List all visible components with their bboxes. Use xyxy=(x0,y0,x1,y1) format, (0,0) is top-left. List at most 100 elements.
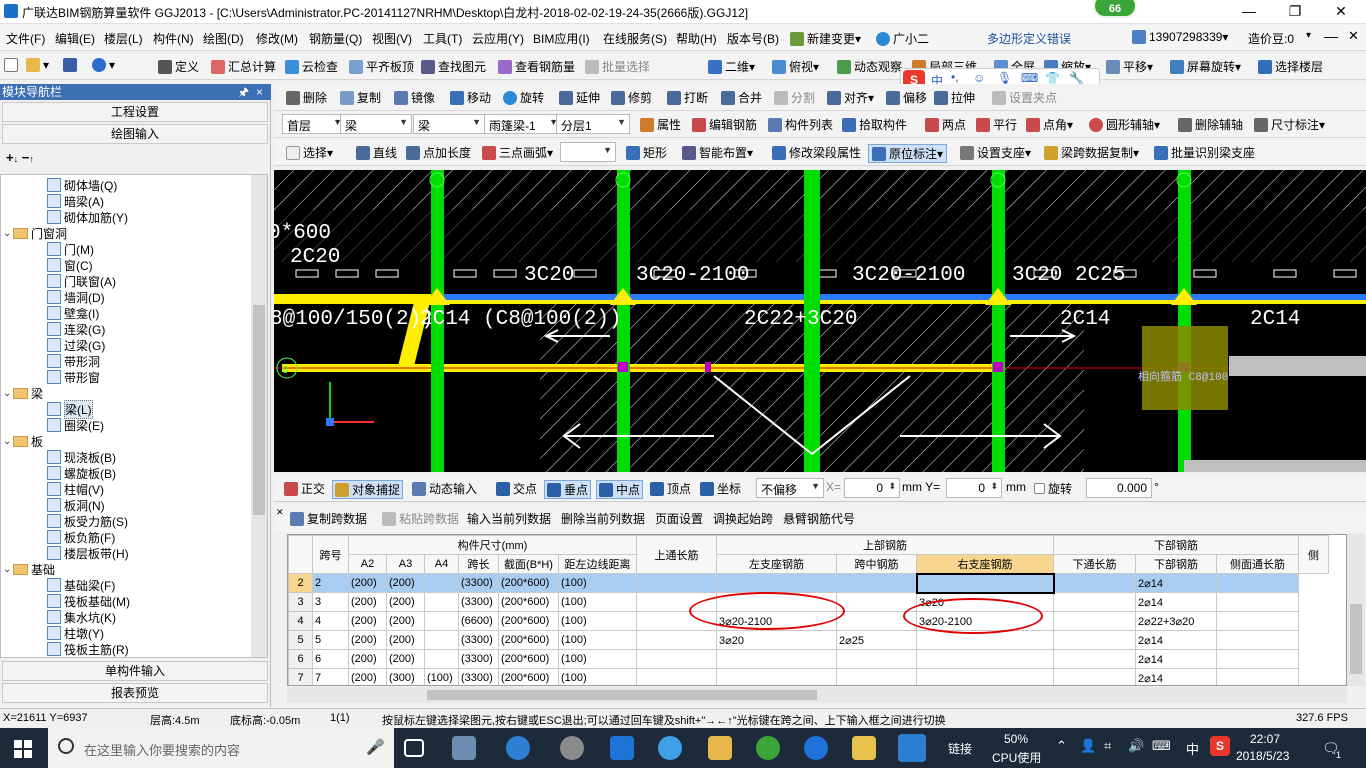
cell-a3[interactable]: (200) xyxy=(386,649,425,669)
cell-bot[interactable]: 2⌀14 xyxy=(1135,649,1217,669)
three-point-arc-tool[interactable]: 三点画弧 ▾ xyxy=(482,144,553,161)
perpendicular-snap[interactable]: 垂点 xyxy=(544,480,592,499)
cell-dist[interactable]: (100) xyxy=(558,592,637,612)
cell-left[interactable] xyxy=(716,573,837,593)
cell-len[interactable]: (3300) xyxy=(458,592,499,612)
copy-button[interactable]: 复制 xyxy=(340,89,381,106)
cell-sec[interactable]: (200*600) xyxy=(498,592,559,612)
cell-left[interactable] xyxy=(716,668,837,685)
cloud-check-button[interactable]: 云检查 xyxy=(285,58,338,75)
copy-span-data-button[interactable]: 复制跨数据 xyxy=(290,510,367,527)
set-grip-button[interactable]: 设置夹点 xyxy=(992,89,1057,106)
page-setup-button[interactable]: 页面设置 xyxy=(655,510,703,527)
tree-node[interactable]: 带形洞 xyxy=(47,353,100,369)
menu-guangxiaoer[interactable]: 广小二 xyxy=(876,30,929,47)
menu-draw[interactable]: 绘图(D) xyxy=(203,30,244,47)
cell-bot_long[interactable] xyxy=(1053,630,1136,650)
tree-node[interactable]: 楼层板带(H) xyxy=(47,545,129,561)
minimize-inner-icon[interactable]: — xyxy=(1324,28,1338,44)
tree-node[interactable]: 螺旋板(B) xyxy=(47,465,116,481)
draw-input-button[interactable]: 绘图输入 xyxy=(2,124,268,144)
cloud-app-icon[interactable] xyxy=(560,736,584,760)
ime-emoji-icon[interactable]: ☺ xyxy=(973,71,985,85)
cell-len[interactable]: (3300) xyxy=(458,630,499,650)
notification-badge[interactable]: 66 xyxy=(1093,0,1137,18)
split-button[interactable]: 分割 xyxy=(774,89,815,106)
expand-all-icon[interactable]: +↓ −↑ xyxy=(6,150,34,165)
offset-button[interactable]: 偏移 xyxy=(886,89,927,106)
cell-bot_long[interactable] xyxy=(1053,649,1136,669)
windows-start-icon[interactable] xyxy=(14,740,32,758)
price-dropdown-icon[interactable]: ▾ xyxy=(1306,30,1311,41)
menu-component[interactable]: 构件(N) xyxy=(153,30,194,47)
align-dropdown[interactable]: 对齐 ▾ xyxy=(827,89,874,106)
batch-select-button[interactable]: 批量选择 xyxy=(585,58,650,75)
tree-node[interactable]: ⌄ 基础 xyxy=(3,561,55,577)
price-bean[interactable]: 造价豆:0 xyxy=(1248,30,1294,47)
cell-len[interactable]: (3300) xyxy=(458,668,499,685)
table-row[interactable]: 6 6 (200) (200) (3300) (200*600) (100) 2⌀14 xyxy=(288,649,1329,669)
clock-time[interactable]: 22:07 xyxy=(1250,732,1280,746)
cell-span[interactable]: 6 xyxy=(312,649,349,669)
close-inner-icon[interactable]: ✕ xyxy=(1348,28,1359,44)
tree-node[interactable]: 现浇板(B) xyxy=(47,449,116,465)
cell-a2[interactable]: (200) xyxy=(348,592,387,612)
delete-column-data-button[interactable]: 删除当前列数据 xyxy=(561,510,645,527)
menu-edit[interactable]: 编辑(E) xyxy=(55,30,95,47)
select-floor-button[interactable]: 选择楼层 xyxy=(1258,58,1323,75)
cell-right[interactable] xyxy=(916,668,1054,685)
view-rebar-qty-button[interactable]: 查看钢筋量 xyxy=(498,58,575,75)
tree-node[interactable]: ⌄ 门窗洞 xyxy=(3,225,67,241)
pin-icon[interactable]: 🖈 xyxy=(238,84,249,100)
cell-bot[interactable]: 2⌀14 xyxy=(1135,630,1217,650)
stretch-button[interactable]: 拉伸 xyxy=(934,89,975,106)
rotate-checkbox[interactable]: 旋转 xyxy=(1034,480,1072,497)
merge-button[interactable]: 合并 xyxy=(721,89,762,106)
cell-span[interactable]: 2 xyxy=(312,573,349,593)
grid-hscroll-thumb[interactable] xyxy=(427,690,817,700)
cell-side[interactable] xyxy=(1216,592,1299,612)
intersection-snap[interactable]: 交点 xyxy=(496,480,537,497)
cell-sec[interactable]: (200*600) xyxy=(498,668,559,685)
drawing-canvas[interactable]: 0*600 2C20 3C20 3C20-2100 3C20-2100 3C20… xyxy=(274,170,1366,472)
undo-icon[interactable]: ▾ xyxy=(92,58,115,72)
dynamic-input-toggle[interactable]: 动态输入 xyxy=(412,480,477,497)
cell-side[interactable] xyxy=(1216,649,1299,669)
drawing-svg[interactable]: 0*600 2C20 3C20 3C20-2100 3C20-2100 3C20… xyxy=(274,170,1366,472)
cell-left[interactable] xyxy=(716,649,837,669)
tree-node[interactable]: 壁龛(I) xyxy=(47,305,99,321)
ime-skin-icon[interactable]: 👕 xyxy=(1045,71,1060,85)
cell-a2[interactable]: (200) xyxy=(348,611,387,631)
tree-node[interactable]: 砌体加筋(Y) xyxy=(47,209,128,225)
cell-side[interactable] xyxy=(1216,611,1299,631)
tree-node[interactable]: 板负筋(F) xyxy=(47,529,115,545)
tree-node[interactable]: 柱墩(Y) xyxy=(47,625,104,641)
properties-button[interactable]: 属性 xyxy=(640,116,681,133)
cell-span[interactable]: 7 xyxy=(312,668,349,685)
extend-button[interactable]: 延伸 xyxy=(559,89,600,106)
line-tool[interactable]: 直线 xyxy=(356,144,397,161)
cell-sec[interactable]: (200*600) xyxy=(498,611,559,631)
tree-node[interactable]: 带形窗 xyxy=(47,369,100,385)
category-select[interactable]: 梁 ▼ xyxy=(340,114,412,134)
type-select[interactable]: 梁 ▼ xyxy=(413,114,485,134)
browser-360-icon[interactable] xyxy=(756,736,780,760)
cell-right[interactable] xyxy=(916,649,1054,669)
cell-top_long[interactable] xyxy=(636,630,717,650)
tree-node[interactable]: 筏板主筋(R) xyxy=(47,641,129,657)
select-tool[interactable]: 选择 ▾ xyxy=(286,144,333,161)
swap-start-span-button[interactable]: 调换起始跨 xyxy=(713,510,773,527)
tree-node[interactable]: 筏板基础(M) xyxy=(47,593,130,609)
mirror-button[interactable]: 镜像 xyxy=(394,89,435,106)
cell-a2[interactable]: (200) xyxy=(348,649,387,669)
cell-span[interactable]: 3 xyxy=(312,592,349,612)
restore-button[interactable]: ❐ xyxy=(1272,0,1318,24)
single-component-button[interactable]: 单构件输入 xyxy=(2,661,268,681)
people-icon[interactable]: 👤 xyxy=(1080,738,1096,754)
row-number[interactable]: 2 xyxy=(288,573,313,593)
cell-mid[interactable] xyxy=(836,649,917,669)
modify-beam-segment-button[interactable]: 修改梁段属性 xyxy=(772,144,861,161)
network-icon[interactable]: ⌗ xyxy=(1104,738,1111,754)
report-preview-button[interactable]: 报表预览 xyxy=(2,683,268,703)
y-input[interactable]: 0 ⬍ xyxy=(946,478,1002,498)
